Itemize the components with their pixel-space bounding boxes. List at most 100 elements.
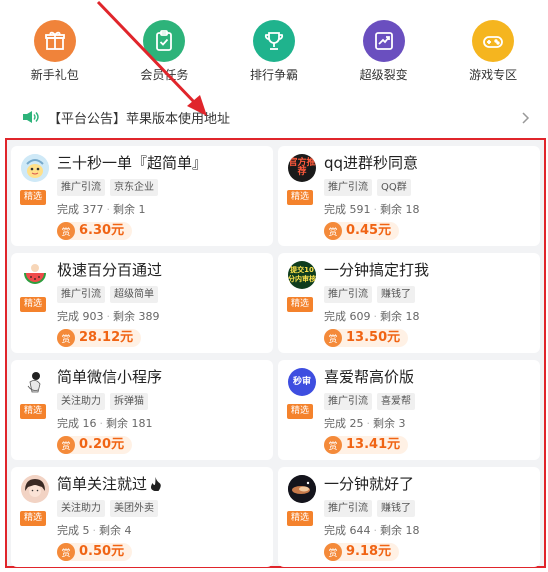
- task-card[interactable]: 极速百分百通过 推广引流 超级简单 精选 完成 903 · 剩余 389 赏 28.…: [11, 253, 273, 353]
- task-tag: 推广引流: [57, 286, 105, 303]
- done-count: 5: [82, 524, 90, 537]
- left-label: 剩余: [113, 310, 135, 323]
- task-card[interactable]: 官方推荐 qq进群秒同意 推广引流 QQ群 精选 完成 591 · 剩余 18 赏 …: [278, 146, 540, 246]
- done-label: 完成: [57, 203, 79, 216]
- separator-dot: ·: [92, 524, 97, 537]
- task-title-text: 简单关注就过: [57, 475, 148, 493]
- done-count: 25: [349, 417, 364, 430]
- task-title: 简单微信小程序: [57, 368, 163, 386]
- reward-amount: 0.50元: [79, 544, 125, 559]
- reward-icon: 赏: [57, 222, 75, 240]
- task-stats: 完成 16 · 剩余 181: [57, 417, 153, 431]
- task-title: 简单关注就过: [57, 473, 161, 497]
- task-avatar: [21, 261, 49, 289]
- task-tags: 推广引流 赚钱了: [324, 286, 415, 303]
- done-label: 完成: [57, 524, 79, 537]
- task-title: 一分钟就好了: [324, 475, 415, 493]
- reward-amount: 0.45元: [346, 223, 392, 238]
- task-tag: 关注助力: [57, 500, 105, 517]
- featured-badge: 精选: [287, 297, 314, 312]
- reward-amount: 6.30元: [79, 223, 125, 238]
- nav-label: 排行争霸: [249, 68, 298, 82]
- task-card[interactable]: 一分钟就好了 推广引流 赚钱了 精选 完成 644 · 剩余 18 赏 9.18元: [278, 467, 540, 567]
- done-label: 完成: [324, 310, 346, 323]
- task-card[interactable]: 提交10分内审核 一分钟搞定打我 推广引流 赚钱了 精选 完成 609 · 剩余 1…: [278, 253, 540, 353]
- left-label: 剩余: [380, 203, 402, 216]
- avatar-text: 提交10分内审核: [288, 266, 316, 283]
- task-stats: 完成 25 · 剩余 3: [324, 417, 406, 431]
- done-count: 591: [349, 203, 371, 216]
- task-tag: 超级简单: [110, 286, 158, 303]
- reward-pill: 赏 28.12元: [57, 329, 142, 347]
- avatar-text: 秒审: [292, 376, 311, 387]
- left-count: 4: [124, 524, 132, 537]
- reward-icon: 赏: [57, 329, 75, 347]
- left-count: 389: [138, 310, 160, 323]
- reward-icon: 赏: [57, 543, 75, 561]
- task-stats: 完成 903 · 剩余 389: [57, 310, 160, 324]
- featured-badge: 精选: [20, 511, 47, 526]
- nav-item-ranking[interactable]: 排行争霸: [219, 0, 329, 96]
- nav-item-member-task[interactable]: 会员任务: [110, 0, 220, 96]
- task-tags: 推广引流 超级简单: [57, 286, 158, 303]
- left-label: 剩余: [113, 203, 135, 216]
- task-tag: 拆弹猫: [110, 393, 148, 410]
- reward-amount: 13.50元: [346, 330, 401, 345]
- task-tag: QQ群: [377, 179, 411, 196]
- gift-icon: [33, 20, 76, 62]
- reward-amount: 28.12元: [79, 330, 134, 345]
- nav-item-gift[interactable]: 新手礼包: [0, 0, 110, 96]
- task-tags: 关注助力 拆弹猫: [57, 393, 148, 410]
- reward-amount: 13.41元: [346, 437, 401, 452]
- task-tag: 赚钱了: [377, 286, 415, 303]
- done-label: 完成: [324, 524, 346, 537]
- task-avatar: 提交10分内审核: [288, 261, 316, 289]
- done-label: 完成: [324, 203, 346, 216]
- left-label: 剩余: [373, 417, 395, 430]
- task-title: 一分钟搞定打我: [324, 261, 430, 279]
- reward-amount: 9.18元: [346, 544, 392, 559]
- done-count: 903: [82, 310, 104, 323]
- reward-pill: 赏 0.50元: [57, 543, 133, 561]
- task-title: 三十秒一单『超简单』: [57, 154, 208, 172]
- done-count: 16: [82, 417, 97, 430]
- reward-pill: 赏 9.18元: [324, 543, 400, 561]
- left-label: 剩余: [380, 524, 402, 537]
- nav-item-fission[interactable]: 超级裂变: [329, 0, 439, 96]
- task-card[interactable]: 秒审 喜爱帮高价版 推广引流 喜爱帮 精选 完成 25 · 剩余 3 赏 13.41…: [278, 360, 540, 460]
- left-count: 3: [398, 417, 406, 430]
- separator-dot: ·: [373, 310, 378, 323]
- nav-item-games[interactable]: 游戏专区: [438, 0, 548, 96]
- task-card[interactable]: 三十秒一单『超简单』 推广引流 京东企业 精选 完成 377 · 剩余 1 赏 6.…: [11, 146, 273, 246]
- avatar-text: 官方推荐: [288, 158, 316, 177]
- task-tags: 推广引流 喜爱帮: [324, 393, 415, 410]
- nav-label: 会员任务: [140, 68, 189, 82]
- separator-dot: ·: [106, 310, 111, 323]
- task-card[interactable]: 简单微信小程序 关注助力 拆弹猫 精选 完成 16 · 剩余 181 赏 0.20元: [11, 360, 273, 460]
- speaker-icon: [22, 109, 40, 125]
- done-label: 完成: [324, 417, 346, 430]
- chevron-right-icon: [518, 110, 532, 124]
- task-tags: 关注助力 美团外卖: [57, 500, 158, 517]
- separator-dot: ·: [366, 417, 371, 430]
- reward-icon: 赏: [324, 436, 342, 454]
- announcement-bar[interactable]: 【平台公告】苹果版本使用地址: [0, 100, 548, 134]
- done-count: 609: [349, 310, 371, 323]
- reward-pill: 赏 0.45元: [324, 222, 400, 240]
- task-tag: 喜爱帮: [377, 393, 415, 410]
- featured-badge: 精选: [287, 511, 314, 526]
- reward-pill: 赏 13.50元: [324, 329, 409, 347]
- task-stats: 完成 644 · 剩余 18: [324, 524, 420, 538]
- left-count: 181: [131, 417, 153, 430]
- separator-dot: ·: [373, 524, 378, 537]
- task-avatar: [288, 475, 316, 503]
- task-tag: 推广引流: [324, 393, 372, 410]
- reward-pill: 赏 6.30元: [57, 222, 133, 240]
- left-label: 剩余: [380, 310, 402, 323]
- done-label: 完成: [57, 417, 79, 430]
- top-nav: 新手礼包 会员任务 排行争霸 超级裂变 游戏专区: [0, 0, 548, 96]
- reward-icon: 赏: [324, 329, 342, 347]
- task-card[interactable]: 简单关注就过 关注助力 美团外卖 精选 完成 5 · 剩余 4 赏 0.50元: [11, 467, 273, 567]
- left-count: 18: [405, 203, 420, 216]
- clipboard-check-icon: [143, 20, 186, 62]
